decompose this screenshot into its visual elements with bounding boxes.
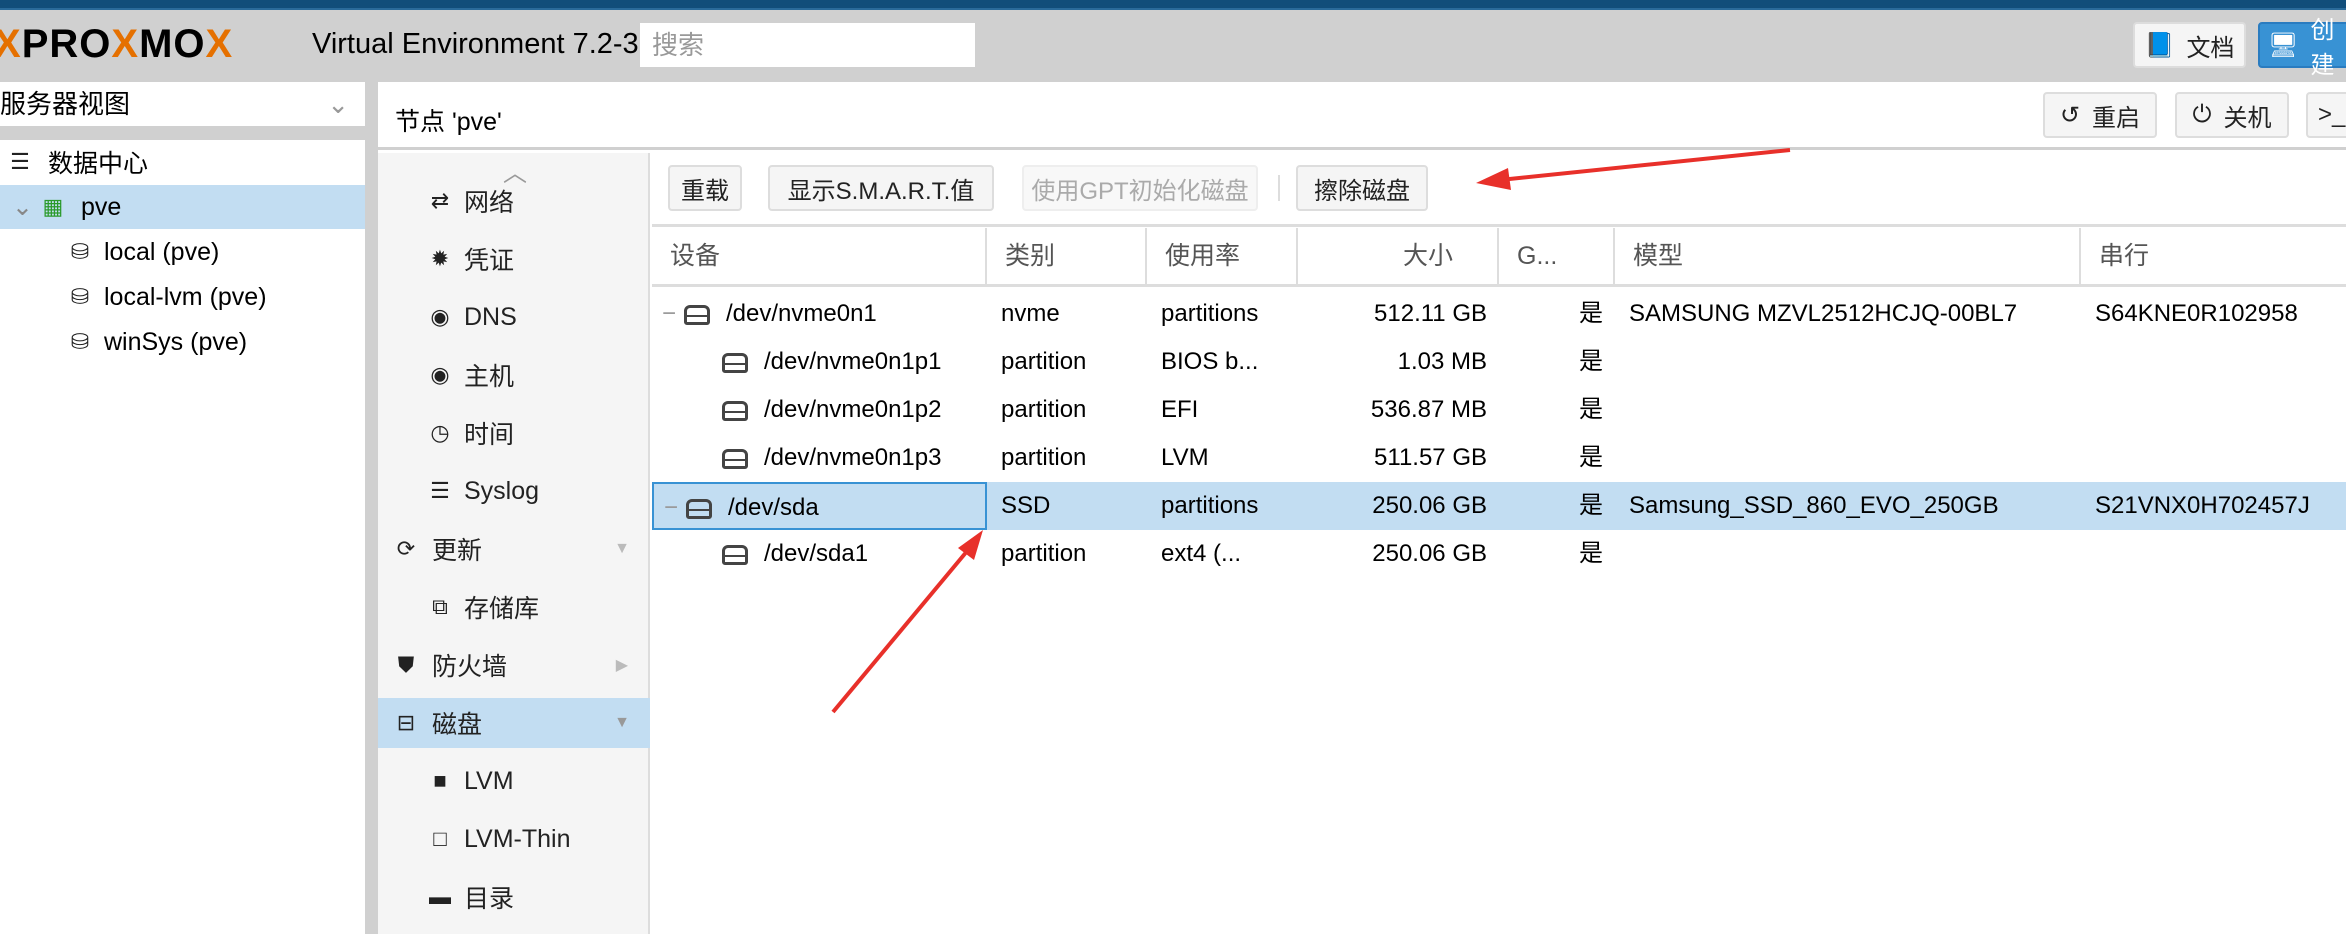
red-arrow (831, 530, 983, 714)
red-arrow (1476, 148, 1791, 190)
annotation-arrows (831, 148, 1791, 714)
